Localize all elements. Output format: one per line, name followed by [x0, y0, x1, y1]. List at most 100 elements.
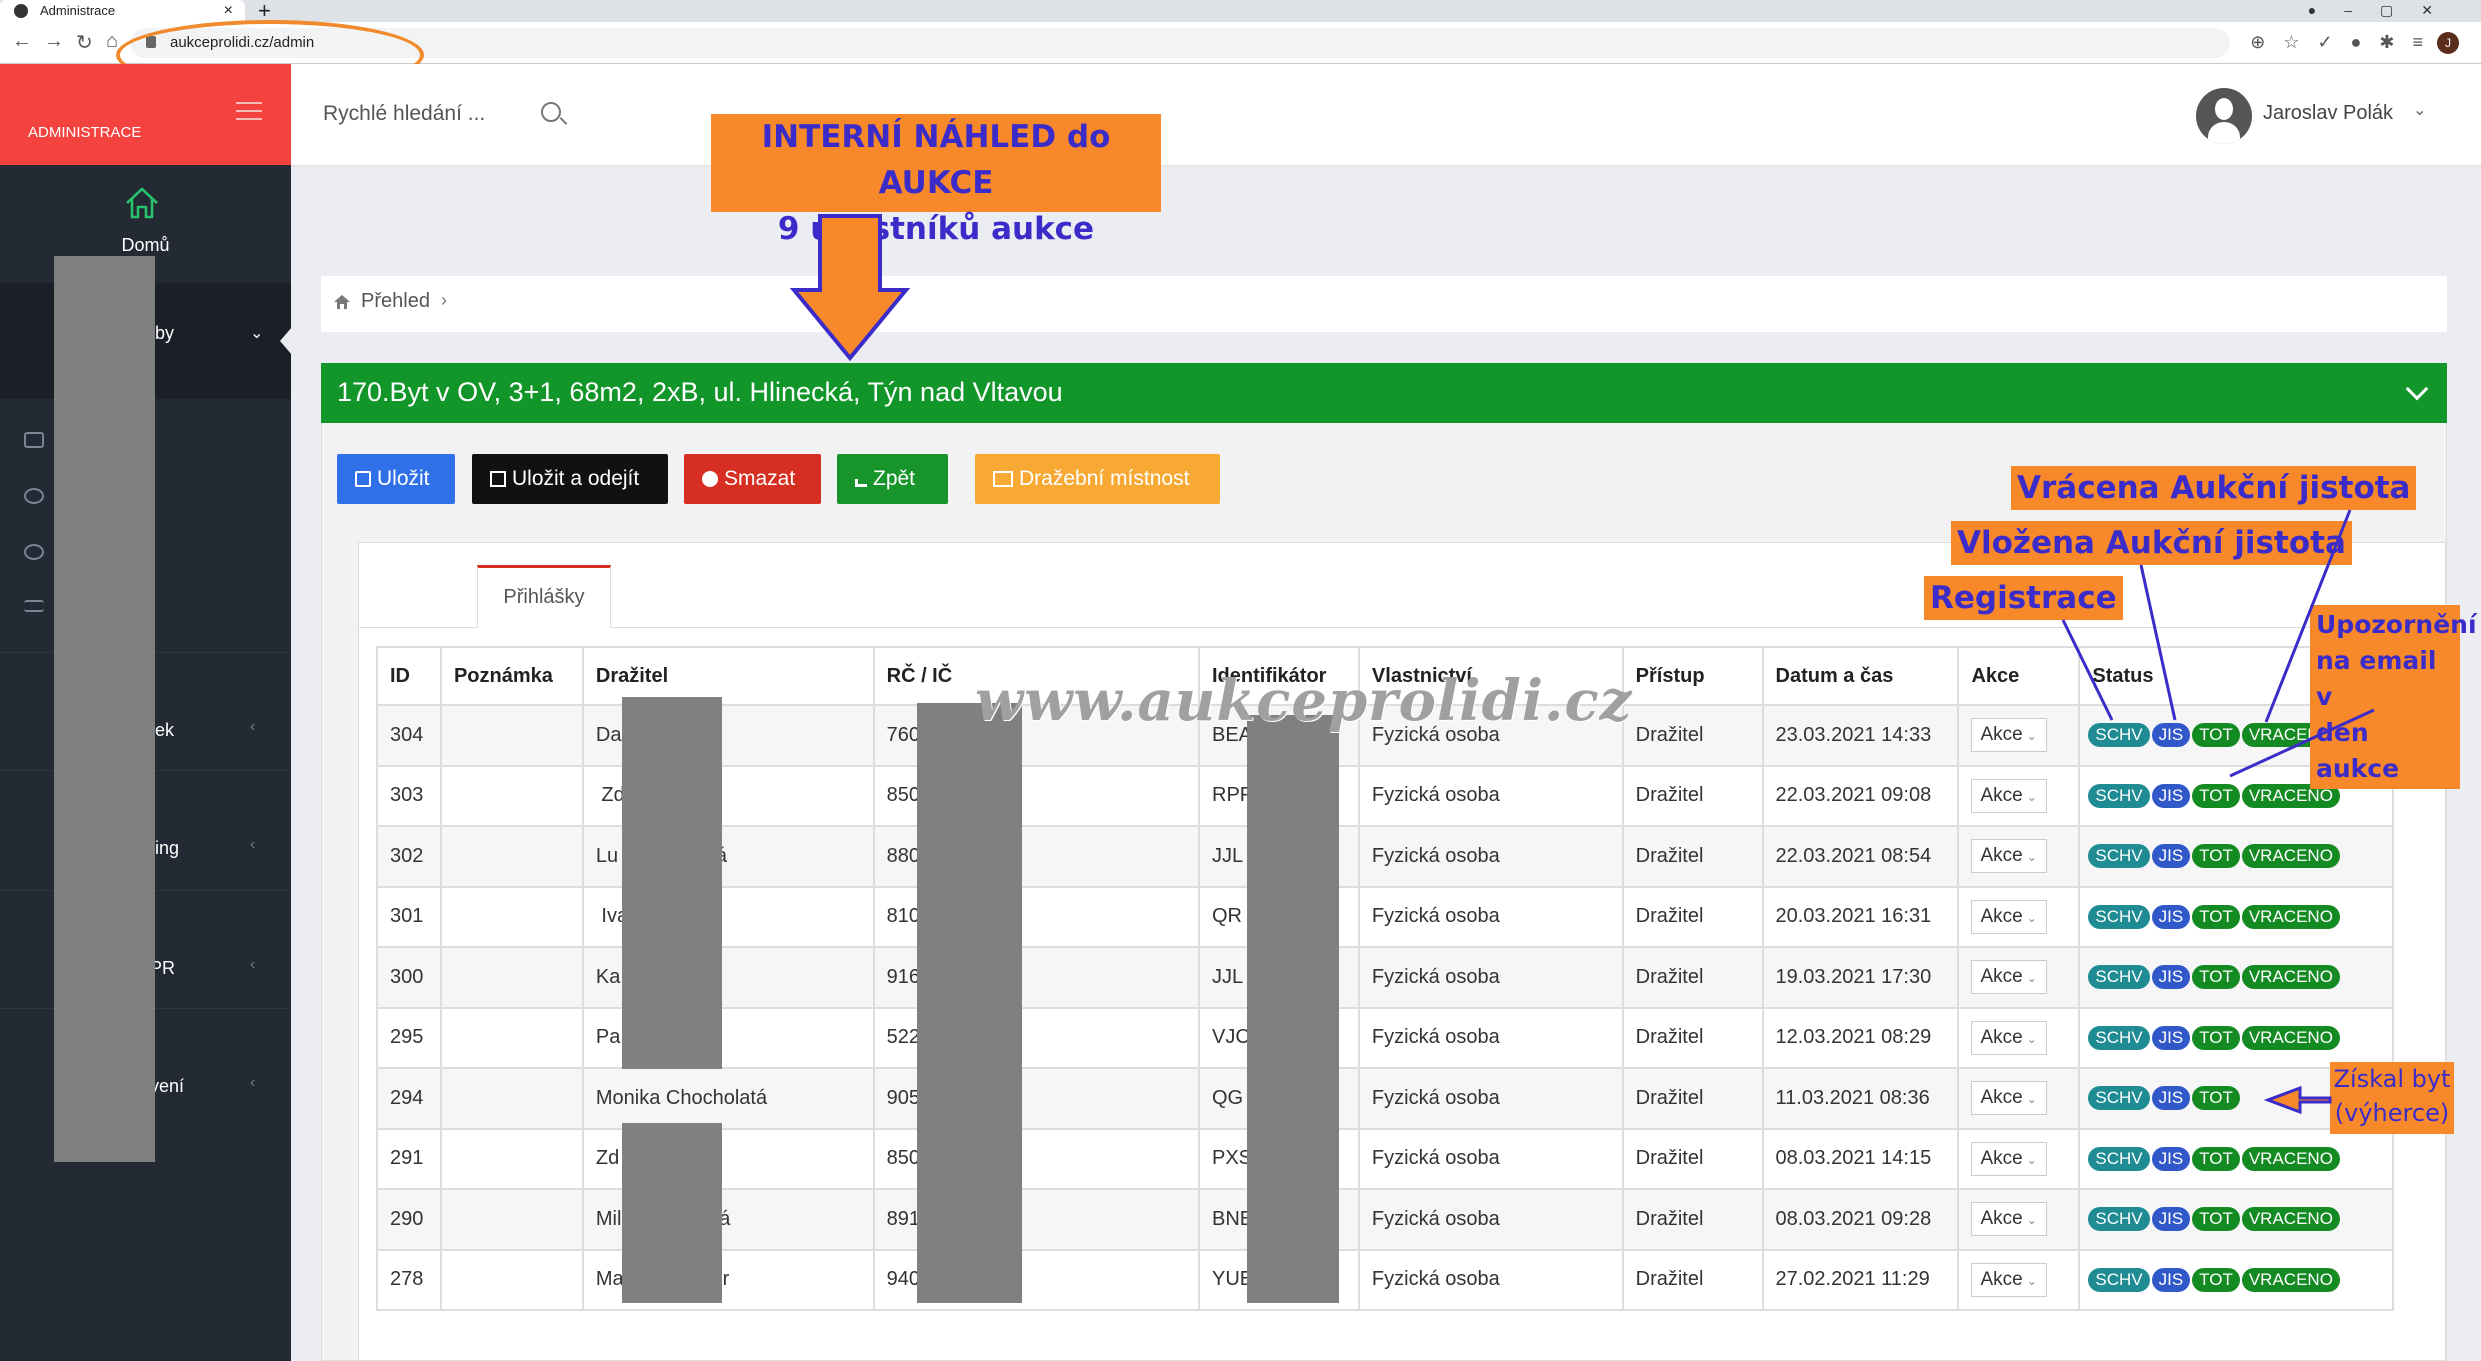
cell-status: SCHV JIS TOT VRACENO — [2078, 1127, 2394, 1190]
column-header[interactable]: Poznámka — [439, 646, 584, 706]
status-badge-tot[interactable]: TOT — [2192, 1025, 2240, 1050]
cell-action: Akce ⌄ — [1957, 825, 2081, 888]
extension-icons[interactable]: ⊕☆✓●✱≡ — [2250, 32, 2441, 53]
action-dropdown[interactable]: Akce ⌄ — [1971, 778, 2048, 813]
breadcrumb-overview[interactable]: Přehled — [361, 290, 430, 313]
column-header[interactable]: Datum a čas — [1761, 646, 1960, 706]
status-badge-jis[interactable]: JIS — [2151, 723, 2191, 748]
sidebar-item-label[interactable]: ting — [150, 838, 230, 859]
delete-button[interactable]: Smazat — [684, 454, 821, 504]
status-badge-jis[interactable]: JIS — [2151, 1025, 2191, 1050]
cell-status: SCHV JIS TOT VRACENO — [2078, 825, 2394, 888]
search-icon[interactable] — [541, 102, 561, 122]
status-badge-tot[interactable]: TOT — [2192, 723, 2240, 748]
status-badge-vrac[interactable]: VRACENO — [2241, 844, 2340, 869]
down-arrow-annotation — [790, 214, 910, 362]
status-badge-schv[interactable]: SCHV — [2088, 904, 2150, 929]
column-header[interactable]: Akce — [1957, 646, 2081, 706]
status-badge-schv[interactable]: SCHV — [2088, 723, 2150, 748]
back-arrow-icon[interactable]: ← — [12, 30, 32, 53]
reload-icon[interactable]: ↻ — [76, 30, 93, 55]
action-dropdown[interactable]: Akce ⌄ — [1971, 1262, 2048, 1297]
status-badge-jis[interactable]: JIS — [2151, 1267, 2191, 1292]
status-badge-tot[interactable]: TOT — [2192, 904, 2240, 929]
cell-id: 295 — [376, 1006, 442, 1069]
status-badge-schv[interactable]: SCHV — [2088, 1146, 2150, 1171]
save-button[interactable]: Uložit — [337, 454, 455, 504]
status-badge-jis[interactable]: JIS — [2151, 965, 2191, 990]
sidebar: ADMINISTRACE Domů by ⌄ í tek ‹ ting ‹ PR… — [0, 64, 292, 1361]
back-button[interactable]: Zpět — [837, 454, 948, 504]
sidebar-item-label[interactable]: tek — [150, 720, 230, 741]
cell-date: 27.02.2021 11:29 — [1761, 1248, 1960, 1311]
action-dropdown[interactable]: Akce ⌄ — [1971, 718, 2048, 753]
mail-icon[interactable] — [24, 432, 44, 448]
status-badge-vrac[interactable]: VRACENO — [2241, 1207, 2340, 1232]
status-badge-vrac[interactable]: VRACENO — [2241, 965, 2340, 990]
action-dropdown[interactable]: Akce ⌄ — [1971, 960, 2048, 995]
chevron-down-icon[interactable]: ⌄ — [2413, 100, 2426, 120]
auction-card-header[interactable]: 170.Byt v OV, 3+1, 68m2, 2xB, ul. Hlinec… — [321, 363, 2447, 423]
status-badge-schv[interactable]: SCHV — [2088, 965, 2150, 990]
users-icon[interactable] — [24, 488, 44, 504]
auction-room-button[interactable]: Dražební místnost — [975, 454, 1220, 504]
status-badge-schv[interactable]: SCHV — [2088, 1025, 2150, 1050]
status-badge-vrac[interactable]: VRACENO — [2241, 1146, 2340, 1171]
winner-annotation: Získal byt (výherce) — [2330, 1062, 2454, 1134]
status-badge-vrac[interactable]: VRACENO — [2241, 1025, 2340, 1050]
status-badge-jis[interactable]: JIS — [2151, 1207, 2191, 1232]
status-badge-tot[interactable]: TOT — [2192, 783, 2240, 808]
sidebar-item-label[interactable]: PR — [150, 958, 230, 979]
status-badge-tot[interactable]: TOT — [2192, 844, 2240, 869]
chevron-down-icon: ⌄ — [250, 325, 264, 342]
status-badge-tot[interactable]: TOT — [2192, 1267, 2240, 1292]
quick-search-input[interactable]: Rychlé hledání ... — [323, 102, 485, 126]
registration-annotation: Registrace — [1924, 576, 2123, 620]
close-tab-icon[interactable]: × — [224, 0, 233, 22]
status-badge-tot[interactable]: TOT — [2192, 1207, 2240, 1232]
user-icon[interactable] — [24, 544, 44, 560]
chevron-down-icon[interactable] — [2405, 377, 2429, 401]
action-dropdown[interactable]: Akce ⌄ — [1971, 1081, 2048, 1116]
status-badge-schv[interactable]: SCHV — [2088, 1267, 2150, 1292]
watermark: www.aukceprolidi.cz — [975, 668, 1633, 734]
column-header[interactable]: ID — [376, 646, 442, 706]
profile-avatar[interactable]: J — [2437, 32, 2459, 54]
action-dropdown[interactable]: Akce ⌄ — [1971, 1141, 2048, 1176]
status-badge-jis[interactable]: JIS — [2151, 1086, 2191, 1111]
list-icon[interactable] — [24, 600, 44, 612]
status-badge-tot[interactable]: TOT — [2192, 1146, 2240, 1171]
action-dropdown[interactable]: Akce ⌄ — [1971, 899, 2048, 934]
status-badge-vrac[interactable]: VRACENO — [2241, 1267, 2340, 1292]
status-badge-schv[interactable]: SCHV — [2088, 1086, 2150, 1111]
status-badge-jis[interactable]: JIS — [2151, 1146, 2191, 1171]
sidebar-redaction — [54, 256, 155, 1162]
user-avatar[interactable] — [2196, 88, 2252, 144]
action-dropdown[interactable]: Akce ⌄ — [1971, 839, 2048, 874]
action-dropdown-label: Akce — [1980, 1208, 2023, 1230]
browser-tab[interactable]: Administrace × — [0, 0, 245, 22]
hamburger-menu-icon[interactable] — [236, 102, 262, 120]
status-badge-tot[interactable]: TOT — [2192, 965, 2240, 990]
forward-arrow-icon[interactable]: → — [44, 30, 64, 53]
status-badge-schv[interactable]: SCHV — [2088, 844, 2150, 869]
status-badge-schv[interactable]: SCHV — [2088, 1207, 2150, 1232]
status-badge-jis[interactable]: JIS — [2151, 844, 2191, 869]
tab-applications[interactable]: Přihlášky — [477, 565, 611, 628]
sidebar-item-label[interactable]: vení — [150, 1076, 230, 1097]
url-field[interactable]: aukceprolidi.cz/admin — [130, 28, 2230, 58]
status-badge-tot[interactable]: TOT — [2192, 1086, 2240, 1111]
cell-date: 11.03.2021 08:36 — [1761, 1067, 1960, 1130]
chevron-down-icon: ⌄ — [2026, 1213, 2037, 1228]
status-badge-schv[interactable]: SCHV — [2088, 783, 2150, 808]
save-and-exit-button[interactable]: Uložit a odejít — [472, 454, 668, 504]
status-badge-jis[interactable]: JIS — [2151, 783, 2191, 808]
chevron-left-icon: ‹ — [250, 836, 256, 853]
action-dropdown[interactable]: Akce ⌄ — [1971, 1202, 2048, 1237]
action-dropdown[interactable]: Akce ⌄ — [1971, 1020, 2048, 1055]
window-controls[interactable]: ●–▢✕ — [2308, 0, 2461, 20]
column-header[interactable]: Přístup — [1621, 646, 1764, 706]
user-name[interactable]: Jaroslav Polák — [2263, 102, 2393, 125]
status-badge-jis[interactable]: JIS — [2151, 904, 2191, 929]
status-badge-vrac[interactable]: VRACENO — [2241, 904, 2340, 929]
